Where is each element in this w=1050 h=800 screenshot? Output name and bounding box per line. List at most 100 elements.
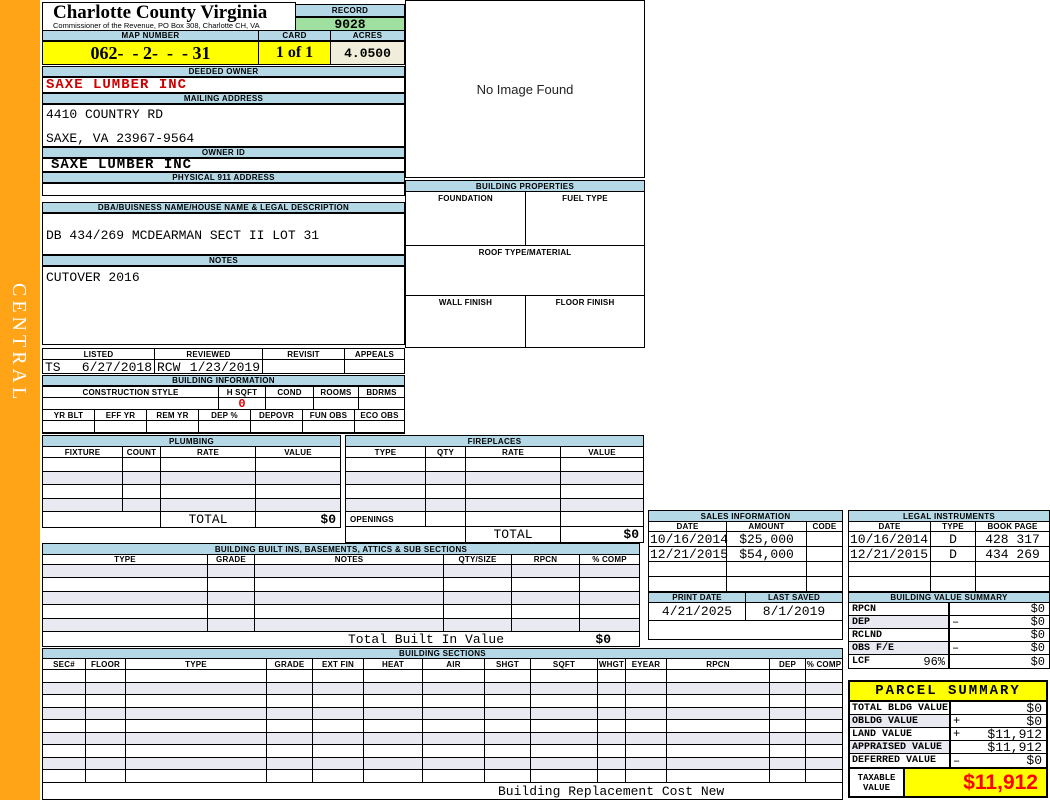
empty-cell	[199, 421, 251, 432]
vs-label: RPCN	[852, 603, 877, 615]
empty-row	[649, 577, 842, 592]
empty-cell	[267, 745, 313, 757]
no-image-text: No Image Found	[476, 81, 574, 97]
mailing-line2: SAXE, VA 23967-9564	[46, 131, 195, 146]
building-replacement-cost-label: Building Replacement Cost New	[498, 783, 725, 799]
empty-cell	[126, 695, 267, 707]
building-sections-header-row: SEC# FLOOR TYPE GRADE EXT FIN HEAT AIR S…	[43, 659, 842, 670]
empty-cell	[346, 471, 426, 484]
empty-cell	[976, 562, 1049, 576]
print-value-row: 4/21/2025 8/1/2019	[649, 603, 842, 621]
notes-box: CUTOVER 2016	[42, 266, 405, 345]
empty-cell	[86, 757, 126, 769]
owner-id-value: SAXE LUMBER INC	[42, 158, 405, 172]
empty-cell	[667, 670, 770, 682]
built-ins-total-row: Total Built In Value $0	[43, 631, 639, 647]
empty-cell	[770, 732, 806, 744]
vs-value-cell: – $0	[948, 615, 1049, 629]
empty-row	[849, 577, 1049, 592]
card-value: 1 of 1	[258, 41, 331, 65]
dba-legal-box: DB 434/269 MCDEARMAN SECT II LOT 31	[42, 213, 405, 255]
empty-cell	[770, 757, 806, 769]
bs-sqft-label: SQFT	[531, 659, 598, 669]
floor-finish-label: FLOOR FINISH	[555, 297, 615, 307]
empty-cell	[626, 745, 667, 757]
empty-cell	[426, 498, 466, 511]
empty-row	[43, 578, 639, 592]
empty-cell	[267, 695, 313, 707]
building-value-summary-table: BUILDING VALUE SUMMARY RPCN $0 DEP – $0	[848, 592, 1050, 669]
empty-cell	[364, 670, 423, 682]
fp-qty-label: QTY	[426, 447, 466, 457]
empty-cell	[466, 498, 561, 511]
foundation-fuel-region: FOUNDATION FUEL TYPE	[406, 192, 644, 246]
legal-date: 12/21/2015	[849, 547, 931, 562]
map-number-value: 062- - 2- - - 31	[42, 41, 259, 65]
empty-cell	[485, 670, 531, 682]
empty-cell	[267, 720, 313, 732]
empty-cell	[126, 720, 267, 732]
empty-cell	[208, 591, 255, 605]
empty-row	[346, 485, 643, 499]
empty-cell	[561, 499, 643, 512]
empty-cell	[444, 565, 512, 578]
empty-cell	[355, 421, 404, 432]
empty-cell	[43, 707, 86, 719]
ps-value-cell: + $0	[949, 714, 1046, 729]
empty-cell	[531, 707, 598, 719]
empty-cell	[485, 757, 531, 769]
built-ins-total-value: $0	[595, 631, 611, 647]
property-record-card: CENTRAL Charlotte County Virginia Commis…	[0, 0, 1050, 800]
empty-cell	[346, 498, 426, 511]
empty-cell	[667, 682, 770, 694]
empty-cell	[667, 695, 770, 707]
empty-cell	[346, 485, 426, 498]
empty-cell	[126, 707, 267, 719]
empty-cell	[208, 605, 255, 618]
sales-amount-label: AMOUNT	[727, 522, 807, 531]
bs-eyear-label: EYEAR	[626, 659, 667, 669]
remyr-label: REM YR	[147, 410, 199, 420]
empty-cell	[444, 605, 512, 618]
empty-cell	[580, 592, 639, 604]
fuel-type-cell: FUEL TYPE	[526, 192, 644, 245]
empty-row	[649, 562, 842, 577]
building-sections-footer-row: Building Replacement Cost New	[43, 783, 842, 799]
empty-cell	[95, 421, 147, 432]
empty-cell	[423, 707, 485, 719]
revisit-value	[263, 360, 345, 373]
empty-cell	[126, 770, 267, 782]
empty-cell	[255, 618, 444, 631]
empty-cell	[313, 757, 364, 769]
empty-cell	[255, 591, 444, 605]
empty-cell	[267, 732, 313, 744]
listed-by: TS	[45, 360, 61, 375]
empty-cell	[43, 458, 123, 471]
last-saved-value: 8/1/2019	[762, 604, 826, 619]
empty-cell	[531, 682, 598, 694]
empty-cell	[512, 618, 580, 631]
bs-shgt-label: SHGT	[485, 659, 531, 669]
empty-cell	[770, 770, 806, 782]
vs-value-cell: – $0	[948, 641, 1049, 655]
vs-value: $0	[1030, 615, 1045, 629]
empty-cell	[598, 732, 626, 744]
empty-cell	[626, 732, 667, 744]
empty-cell	[807, 577, 842, 591]
empty-cell	[770, 670, 806, 682]
fp-value-label: VALUE	[588, 447, 616, 457]
building-information-table: CONSTRUCTION STYLE H SQFT COND ROOMS BDR…	[42, 386, 405, 434]
binfo-row2-values	[43, 421, 404, 433]
empty-cell	[667, 757, 770, 769]
taxable-value: $11,912	[963, 770, 1038, 794]
legal-bookpage: 434 269	[985, 546, 1040, 562]
empty-cell	[313, 682, 364, 694]
taxable-value-cell: $11,912	[905, 769, 1046, 796]
empty-row	[43, 421, 404, 433]
legal-type: D	[931, 532, 976, 547]
empty-cell	[364, 707, 423, 719]
mailing-address-box: 4410 COUNTRY RD SAXE, VA 23967-9564	[42, 104, 405, 147]
fireplaces-header-row: TYPE QTY RATE VALUE	[346, 447, 643, 458]
empty-cell	[531, 695, 598, 707]
ps-label: LAND VALUE	[852, 728, 913, 740]
